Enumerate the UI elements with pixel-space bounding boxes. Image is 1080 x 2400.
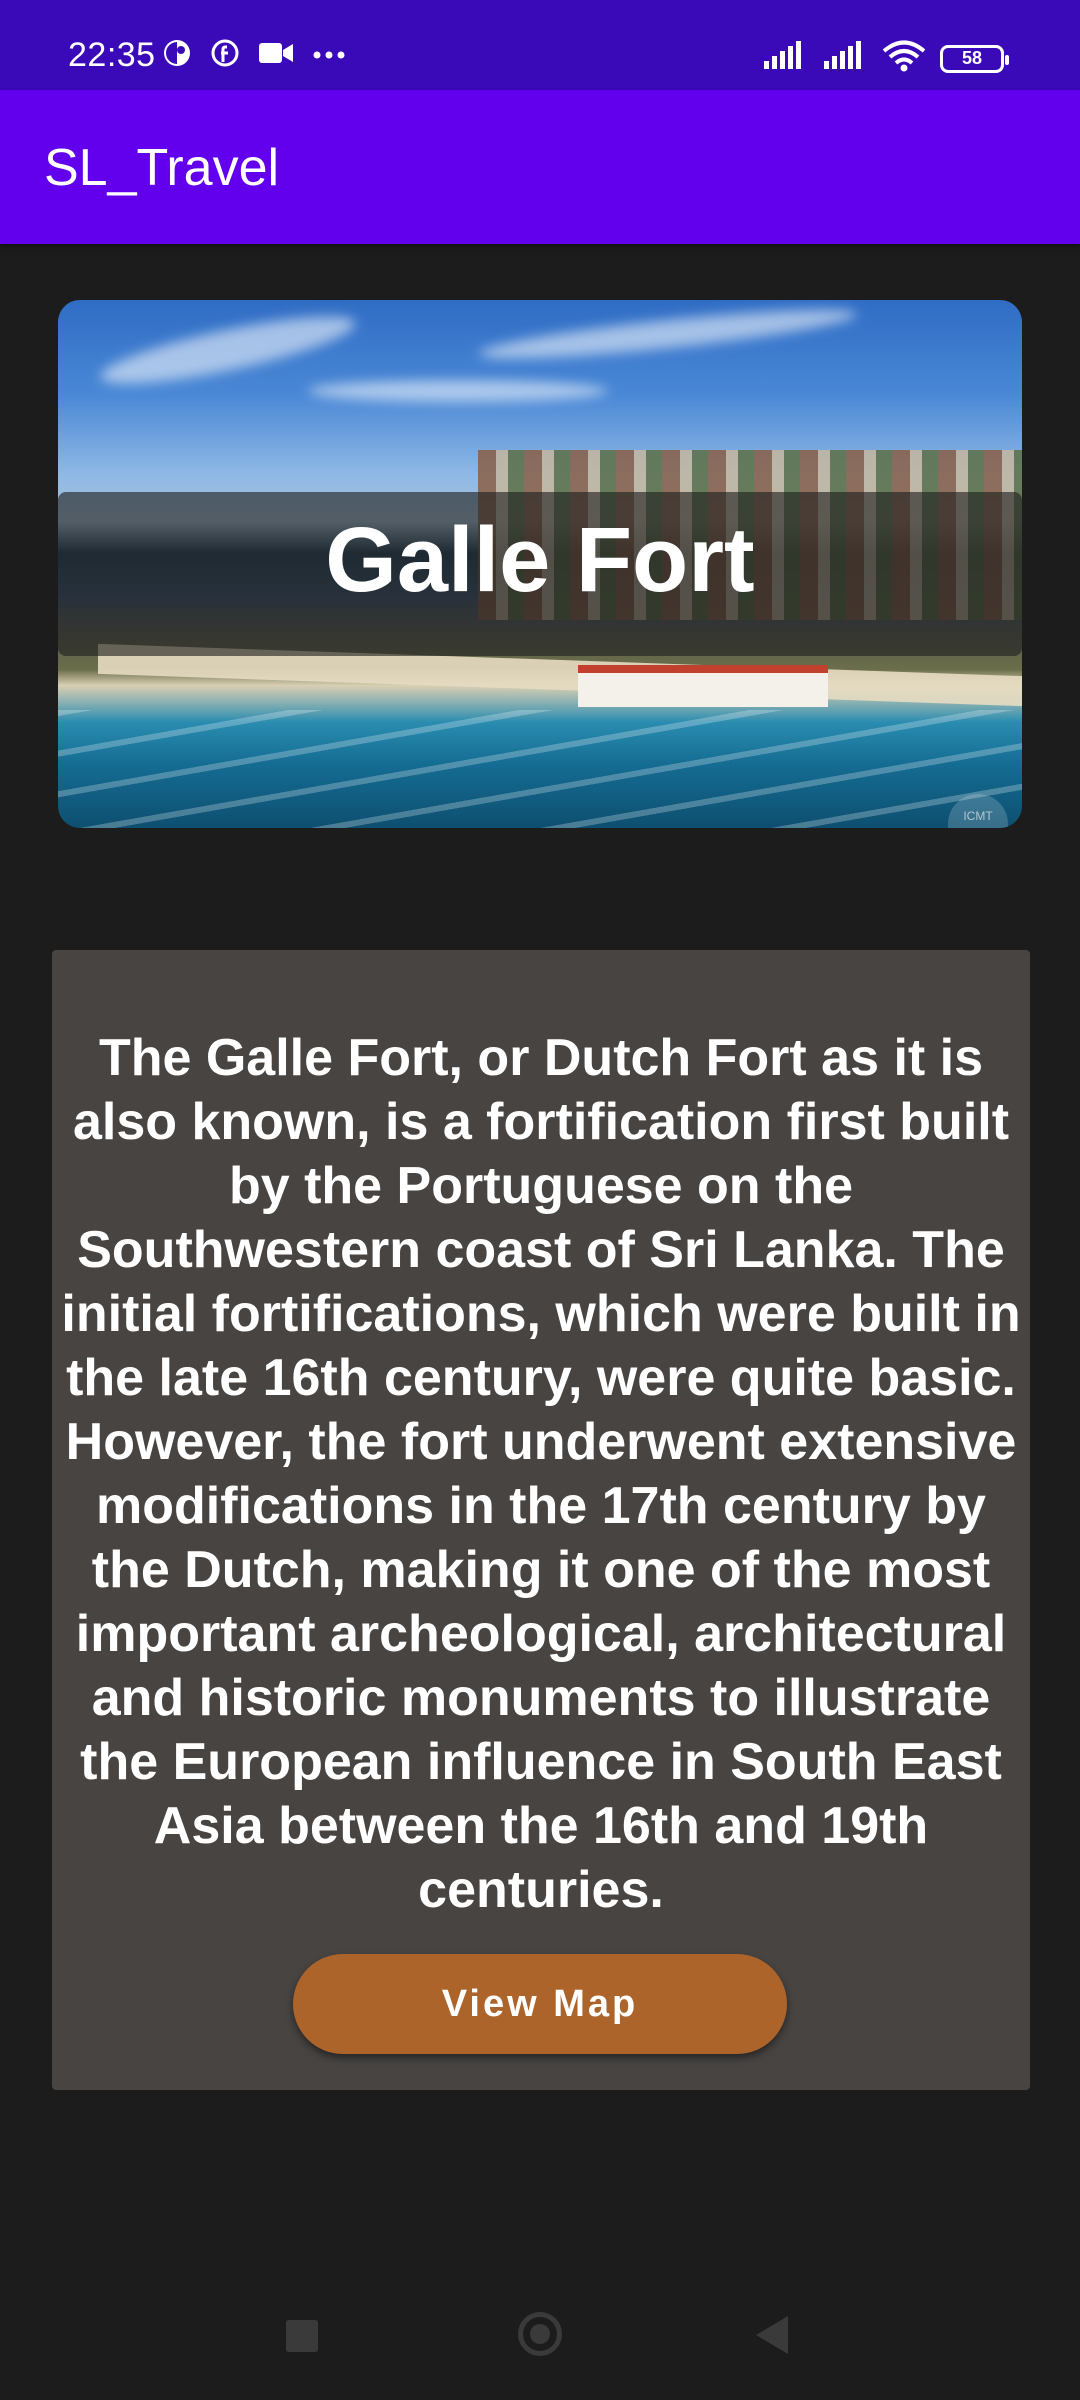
cloud-shape — [308, 380, 608, 402]
signal-icon — [762, 41, 808, 76]
recents-icon[interactable] — [286, 2320, 318, 2352]
wifi-icon — [882, 40, 926, 77]
system-nav-bar — [0, 2276, 1080, 2400]
home-icon[interactable] — [518, 2312, 562, 2356]
status-time: 22:35 — [68, 36, 156, 74]
hero-image-card: Galle Fort ICMT — [58, 300, 1022, 828]
ocean-surf — [58, 710, 1022, 828]
fort-building — [578, 665, 828, 707]
facebook-icon — [210, 38, 240, 73]
app-title: SL_Travel — [44, 139, 280, 197]
cloud-shape — [477, 300, 859, 368]
status-bar: 22:35 58 — [0, 0, 1080, 90]
status-right-icons: 58 — [762, 40, 1009, 77]
cloud-shape — [96, 303, 360, 397]
hero-title: Galle Fort — [325, 509, 755, 611]
back-icon[interactable] — [756, 2316, 788, 2354]
battery-icon: 58 — [940, 44, 1009, 73]
more-dots-icon — [312, 47, 346, 65]
app-bar: SL_Travel — [0, 90, 1080, 244]
view-map-button[interactable]: View Map — [293, 1954, 787, 2054]
moon-clock-icon — [162, 38, 192, 73]
status-left-icons — [162, 38, 346, 73]
video-camera-icon — [258, 40, 294, 71]
description-text: The Galle Fort, or Dutch Fort as it is a… — [61, 1029, 1021, 1919]
description-card: The Galle Fort, or Dutch Fort as it is a… — [52, 950, 1030, 2090]
signal-icon — [822, 41, 868, 76]
